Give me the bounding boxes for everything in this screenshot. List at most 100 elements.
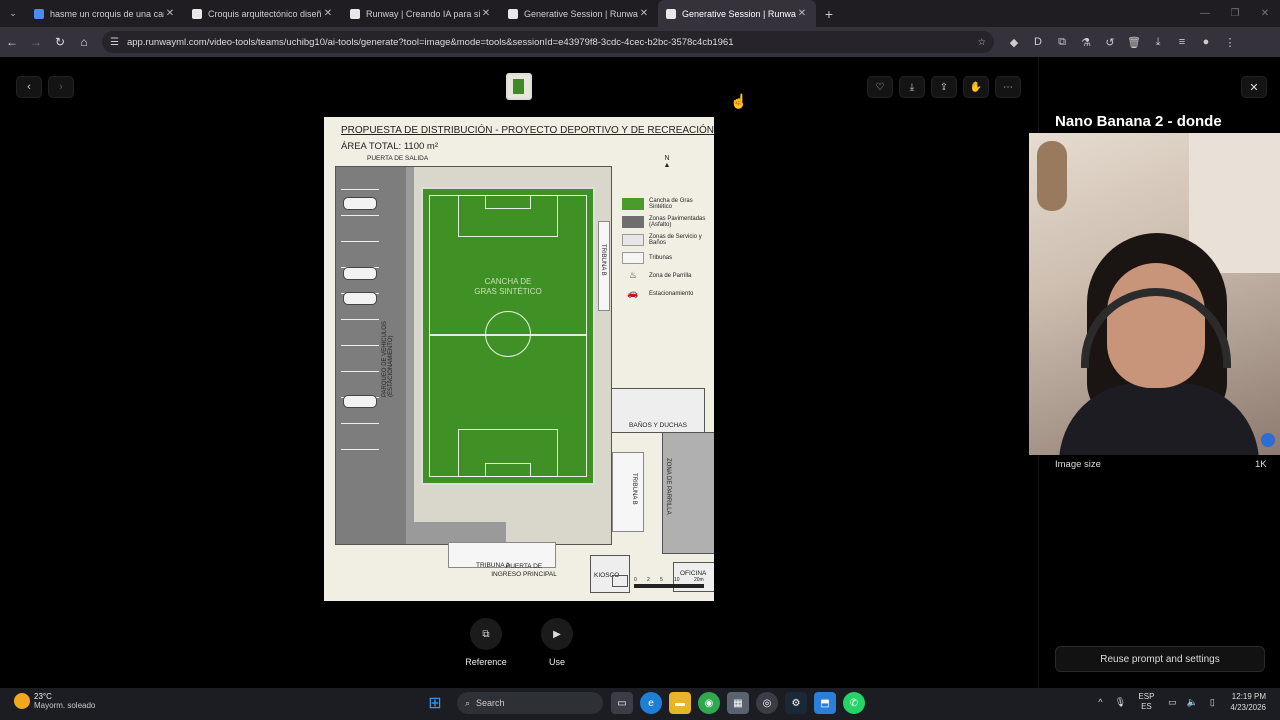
reference-button[interactable]: ⧉ Reference — [451, 618, 521, 667]
extension-diamond-icon[interactable]: ◆ — [1002, 36, 1026, 49]
parking-label: PARQUEO DE VEHÍCULOS (ESTACIONAMIENTO) — [382, 321, 394, 397]
share-icon[interactable]: ⇪ — [931, 76, 957, 98]
edge-icon[interactable]: e — [640, 692, 662, 714]
reference-icon: ⧉ — [470, 618, 502, 650]
network-icon[interactable]: ▭ — [1162, 697, 1182, 708]
home-icon[interactable]: ⌂ — [72, 35, 96, 49]
extensions-puzzle-icon[interactable]: ⧉ — [1050, 36, 1074, 49]
url-text: app.runwayml.com/video-tools/teams/uchib… — [126, 36, 734, 48]
language-indicator[interactable]: ESP ES — [1138, 692, 1154, 712]
back-icon[interactable]: ← — [0, 35, 24, 49]
tray-chevron-icon[interactable]: ^ — [1090, 697, 1110, 707]
extension-d-icon[interactable]: D — [1026, 36, 1050, 49]
app-store-icon[interactable]: ⬒ — [814, 692, 836, 714]
taskbar-search[interactable]: ⌕ Search — [457, 692, 603, 714]
maximize-icon[interactable]: ❐ — [1220, 8, 1250, 19]
weather-widget[interactable]: 23°C Mayorm. soleado — [14, 692, 95, 710]
minimize-icon[interactable]: — — [1190, 8, 1220, 19]
browser-menu-icon[interactable]: ⋮ — [1218, 36, 1242, 49]
whatsapp-icon[interactable]: ✆ — [843, 692, 865, 714]
trash-icon[interactable]: 🗑 — [1122, 36, 1146, 49]
favorite-heart-icon[interactable]: ♡ — [867, 76, 893, 98]
browser-app-icon[interactable]: ◎ — [756, 692, 778, 714]
use-button[interactable]: ▶ Use — [522, 618, 592, 667]
system-tray: ^ 🎙 ESP ES ▭ 🔈 ▯ 12:19 PM 4/23/2026 — [1090, 691, 1266, 713]
volume-icon[interactable]: 🔈 — [1182, 697, 1202, 708]
exit-gate-label: PUERTA DE SALIDA — [367, 155, 429, 162]
image-actions: ♡ ⤓ ⇪ ✋ ⋯ — [867, 76, 1027, 98]
browser-tab[interactable]: Croquis arquitectónico diseño ✕ — [184, 0, 342, 27]
address-bar[interactable]: ☰ app.runwayml.com/video-tools/teams/uch… — [102, 31, 994, 53]
panel-title: Nano Banana 2 - donde — [1055, 113, 1222, 130]
windows-start-icon[interactable]: ⊞ — [424, 692, 446, 714]
car-icon — [343, 292, 377, 305]
media-control-icon[interactable]: ≡ — [1170, 36, 1194, 49]
tribuna-b-stand-2: TRIBUNA B — [612, 452, 644, 532]
tab-close-icon[interactable]: ✕ — [638, 8, 650, 19]
access-road — [406, 167, 414, 522]
download-image-icon[interactable]: ⤓ — [899, 76, 925, 98]
tribuna-b-label: TRIBUNA B — [631, 473, 637, 505]
steam-icon[interactable]: ⚙ — [785, 692, 807, 714]
close-window-icon[interactable]: ✕ — [1250, 8, 1280, 19]
browser-tab-active[interactable]: Generative Session | Runway AI ✕ — [658, 0, 816, 27]
file-explorer-icon[interactable]: ▬ — [669, 692, 691, 714]
site-plan: PARQUEO DE VEHÍCULOS (ESTACIONAMIENTO) C… — [335, 166, 714, 593]
profile-avatar-icon[interactable]: ● — [1194, 36, 1218, 49]
tab-close-icon[interactable]: ✕ — [164, 8, 176, 19]
tab-label: Generative Session | Runway AI — [682, 8, 796, 19]
new-tab-icon[interactable]: + — [816, 6, 842, 22]
browser-tab[interactable]: hasme un croquis de una canch ✕ — [26, 0, 184, 27]
legend-item: Zonas de Servicio y Baños — [622, 231, 714, 249]
more-options-icon[interactable]: ⋯ — [995, 76, 1021, 98]
reuse-prompt-button[interactable]: Reuse prompt and settings — [1055, 646, 1265, 672]
tribuna-b-stand: TRIBUNA B — [598, 221, 610, 311]
next-icon[interactable]: › — [48, 76, 74, 98]
thumbs-down-icon[interactable]: ✋ — [963, 76, 989, 98]
north-arrow-icon: N ▲ — [663, 155, 671, 169]
tab-label: Croquis arquitectónico diseño — [208, 8, 322, 19]
forward-icon[interactable]: → — [24, 35, 48, 49]
battery-icon[interactable]: ▯ — [1202, 697, 1222, 708]
image-size-label: Image size — [1055, 459, 1101, 470]
details-panel: ✕ Nano Banana 2 - donde Image size 1K Re… — [1029, 57, 1280, 688]
tab-label: Runway | Creando IA para simu — [366, 8, 480, 19]
search-icon: ⌕ — [465, 697, 471, 708]
tab-search-icon[interactable]: ⌄ — [0, 8, 26, 19]
task-view-icon[interactable]: ▭ — [611, 692, 633, 714]
legend-item: Cancha de Gras Sintético — [622, 195, 714, 213]
bookmark-star-icon[interactable]: ☆ — [977, 37, 986, 48]
access-road-bottom — [406, 522, 506, 544]
extension-flask-icon[interactable]: ⚗ — [1074, 36, 1098, 49]
webcam-overlay — [1029, 133, 1280, 455]
main-gate-label: PUERTA DE INGRESO PRINCIPAL — [491, 563, 557, 578]
taskbar-apps: ⊞ ⌕ Search ▭ e ▬ ◉ ▦ ◎ ⚙ ⬒ ✆ — [424, 692, 872, 714]
tab-close-icon[interactable]: ✕ — [796, 8, 808, 19]
clock[interactable]: 12:19 PM 4/23/2026 — [1230, 691, 1266, 713]
tab-label: Generative Session | Runway AI — [524, 8, 638, 19]
history-icon[interactable]: ↺ — [1098, 36, 1122, 49]
tab-close-icon[interactable]: ✕ — [480, 8, 492, 19]
restrooms: BAÑOS Y DUCHAS — [611, 388, 705, 433]
prev-icon[interactable]: ‹ — [16, 76, 42, 98]
plan-title: PROPUESTA DE DISTRIBUCIÓN - PROYECTO DEP… — [341, 125, 714, 136]
site-info-icon[interactable]: ☰ — [110, 37, 119, 48]
chrome-icon[interactable]: ◉ — [698, 692, 720, 714]
browser-tab[interactable]: Generative Session | Runway AI ✕ — [500, 0, 658, 27]
legend-item: ♨ Zona de Parrilla — [628, 270, 692, 280]
reload-icon[interactable]: ↻ — [48, 35, 72, 49]
car-icon — [343, 267, 377, 280]
window-controls: — ❐ ✕ — [1190, 0, 1280, 27]
image-thumbnail[interactable] — [506, 73, 532, 100]
close-panel-icon[interactable]: ✕ — [1241, 76, 1267, 98]
microphone-icon[interactable]: 🎙 — [1110, 697, 1130, 708]
tab-close-icon[interactable]: ✕ — [322, 8, 334, 19]
use-label: Use — [548, 657, 565, 667]
car-icon — [343, 197, 377, 210]
calculator-icon[interactable]: ▦ — [727, 692, 749, 714]
download-icon[interactable]: ⤓ — [1146, 36, 1170, 49]
browser-tab[interactable]: Runway | Creando IA para simu ✕ — [342, 0, 500, 27]
weather-desc: Mayorm. soleado — [34, 701, 96, 710]
extensions-area: ◆ D ⧉ ⚗ ↺ 🗑 ⤓ ≡ ● ⋮ — [1002, 36, 1242, 49]
plan-legend: Cancha de Gras Sintético Zonas Pavimenta… — [622, 195, 714, 303]
